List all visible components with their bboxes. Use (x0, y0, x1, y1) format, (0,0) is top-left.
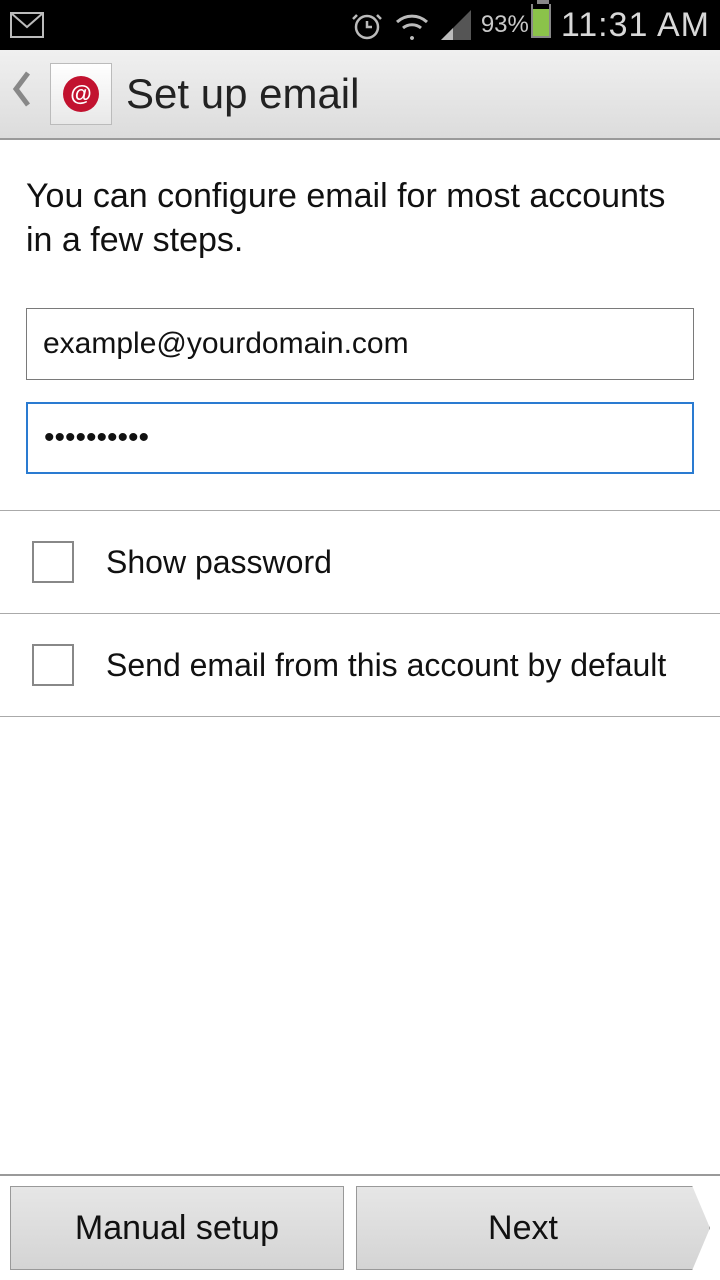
manual-setup-button[interactable]: Manual setup (10, 1186, 344, 1270)
next-button[interactable]: Next (356, 1186, 710, 1270)
status-time: 11:31 AM (561, 6, 710, 45)
show-password-row[interactable]: Show password (26, 511, 694, 613)
show-password-label: Show password (106, 544, 332, 581)
password-field[interactable] (26, 402, 694, 474)
action-bar: @ Set up email (0, 50, 720, 140)
default-account-label: Send email from this account by default (106, 647, 666, 684)
status-bar: 93% 11:31 AM (0, 0, 720, 50)
at-symbol-icon: @ (63, 76, 99, 112)
back-icon[interactable] (6, 69, 36, 119)
default-account-checkbox[interactable] (32, 644, 74, 686)
divider (0, 716, 720, 717)
email-field[interactable] (26, 308, 694, 380)
show-password-checkbox[interactable] (32, 541, 74, 583)
battery-percent-label: 93% (481, 11, 529, 39)
wifi-icon (393, 10, 431, 40)
signal-icon (441, 10, 471, 40)
default-account-row[interactable]: Send email from this account by default (26, 614, 694, 716)
content-area: You can configure email for most account… (0, 140, 720, 717)
battery-icon (531, 4, 551, 46)
intro-text: You can configure email for most account… (26, 174, 694, 262)
mail-notification-icon (10, 12, 44, 38)
manual-setup-label: Manual setup (75, 1209, 279, 1248)
battery-indicator: 93% (481, 4, 551, 46)
alarm-icon (351, 9, 383, 41)
button-bar: Manual setup Next (0, 1174, 720, 1280)
page-title: Set up email (126, 70, 359, 118)
next-label: Next (488, 1209, 558, 1248)
email-app-icon[interactable]: @ (50, 63, 112, 125)
